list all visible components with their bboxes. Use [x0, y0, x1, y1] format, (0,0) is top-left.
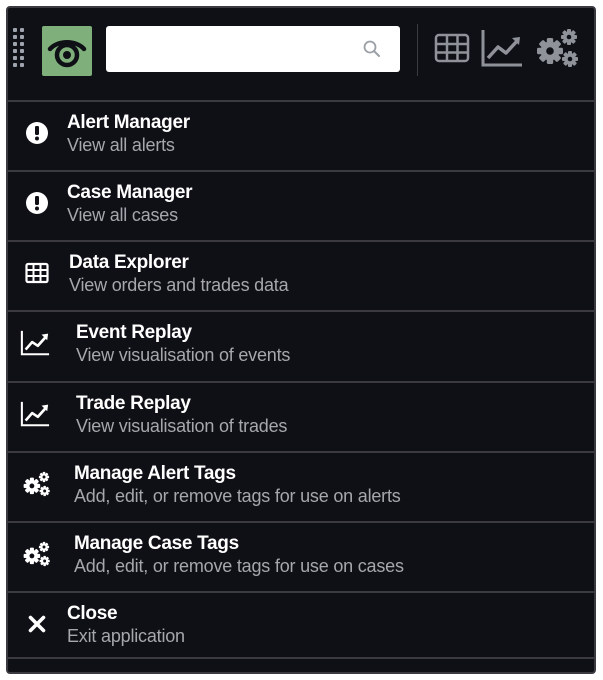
- data-explorer-button[interactable]: [430, 28, 474, 72]
- menu-item-event-replay[interactable]: Event Replay View visualisation of event…: [8, 310, 594, 381]
- menu-item-title: Data Explorer: [69, 252, 189, 273]
- settings-button[interactable]: [536, 28, 580, 72]
- app-window: Alert Manager View all alerts Case Manag…: [6, 6, 596, 674]
- menu-item-title: Case Manager: [67, 182, 193, 203]
- menu-item-subtitle: View orders and trades data: [69, 275, 289, 295]
- drag-handle-icon[interactable]: [13, 28, 27, 74]
- menu-item-title: Manage Alert Tags: [74, 463, 236, 484]
- menu-item-close[interactable]: Close Exit application: [8, 591, 594, 659]
- menu-item-alert-manager[interactable]: Alert Manager View all alerts: [8, 100, 594, 170]
- menu-item-subtitle: View all alerts: [67, 135, 175, 155]
- search-input[interactable]: [106, 26, 400, 72]
- menu-item-case-manager[interactable]: Case Manager View all cases: [8, 170, 594, 240]
- line-chart-icon: [20, 399, 50, 429]
- line-chart-icon: [20, 328, 50, 358]
- gears-icon: [22, 469, 52, 499]
- menu-item-title: Close: [67, 603, 118, 624]
- gears-icon: [536, 26, 580, 75]
- toolbar: [8, 8, 594, 100]
- gears-icon: [22, 539, 52, 569]
- menu-item-data-explorer[interactable]: Data Explorer View orders and trades dat…: [8, 240, 594, 310]
- menu-item-manage-alert-tags[interactable]: Manage Alert Tags Add, edit, or remove t…: [8, 451, 594, 521]
- menu-item-title: Alert Manager: [67, 112, 190, 133]
- eye-logo-icon: [42, 26, 92, 76]
- menu-item-subtitle: View all cases: [67, 205, 178, 225]
- toolbar-divider: [417, 24, 418, 76]
- menu-item-subtitle: View visualisation of events: [76, 345, 291, 365]
- line-chart-icon: [480, 28, 524, 73]
- search-icon[interactable]: [362, 39, 382, 59]
- menu-item-title: Trade Replay: [76, 393, 191, 414]
- replay-chart-button[interactable]: [480, 28, 524, 72]
- close-icon: [22, 609, 52, 639]
- menu-item-title: Event Replay: [76, 322, 192, 343]
- menu-item-title: Manage Case Tags: [74, 533, 239, 554]
- menu-item-subtitle: Add, edit, or remove tags for use on ale…: [74, 486, 401, 506]
- menu-item-subtitle: Exit application: [67, 626, 185, 646]
- main-menu: Alert Manager View all alerts Case Manag…: [8, 100, 594, 659]
- menu-item-trade-replay[interactable]: Trade Replay View visualisation of trade…: [8, 381, 594, 451]
- alert-icon: [22, 188, 52, 218]
- menu-item-manage-case-tags[interactable]: Manage Case Tags Add, edit, or remove ta…: [8, 521, 594, 591]
- alert-icon: [22, 118, 52, 148]
- menu-item-subtitle: View visualisation of trades: [76, 416, 288, 436]
- menu-item-subtitle: Add, edit, or remove tags for use on cas…: [74, 556, 404, 576]
- table-icon: [22, 258, 52, 288]
- table-icon: [434, 32, 470, 69]
